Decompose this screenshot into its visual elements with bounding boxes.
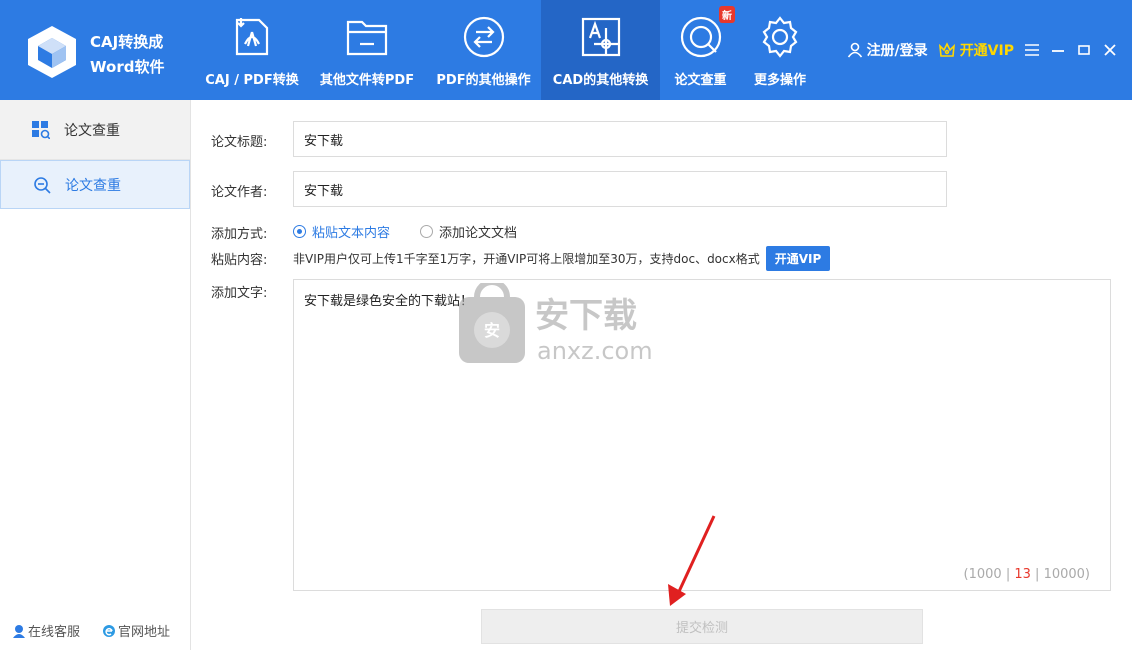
radio-paste-label: 粘贴文本内容: [312, 226, 391, 241]
top-bar: CAJ转换成 Word软件 CAJ / PDF转换 其他文件转PDF PDF的其…: [0, 0, 1132, 100]
method-label: 添加方式:: [211, 227, 268, 242]
online-service-link[interactable]: 在线客服: [12, 621, 80, 640]
top-right-controls: 注册/登录 开通VIP: [847, 40, 1118, 60]
title-input[interactable]: 安下载: [293, 121, 947, 157]
nav-cad-other[interactable]: CAD的其他转换: [541, 0, 660, 100]
method-radio-group: 粘贴文本内容 添加论文文档: [293, 222, 517, 241]
main-nav: CAJ / PDF转换 其他文件转PDF PDF的其他操作 CAD的其他转换 新: [196, 0, 819, 100]
nav-label: 更多操作: [753, 73, 806, 88]
sidebar-header-label: 论文查重: [64, 122, 120, 139]
nav-label: PDF的其他操作: [436, 73, 531, 88]
text-label: 添加文字:: [211, 286, 268, 301]
close-icon: [1104, 44, 1116, 56]
sidebar-item-plagiarism-check[interactable]: 论文查重: [0, 160, 190, 209]
text-area-content: 安下载是绿色安全的下载站！: [304, 294, 474, 309]
minimize-button[interactable]: [1050, 42, 1066, 58]
folder-icon: [346, 20, 388, 56]
minimize-icon: [1052, 50, 1064, 52]
search-icon: [34, 176, 51, 194]
plagiarism-check-icon: [680, 16, 721, 58]
brand-line-1: CAJ转换成: [90, 33, 164, 51]
open-vip-button[interactable]: 开通VIP: [766, 246, 830, 271]
pdf-convert-icon: [235, 18, 269, 56]
vip-notice: 非VIP用户仅可上传1千字至1万字，开通VIP可将上限增加至30万，支持doc、…: [293, 252, 760, 266]
paste-label: 粘贴内容:: [211, 253, 268, 268]
nav-plagiarism-check[interactable]: 新 论文查重: [660, 0, 741, 100]
menu-button[interactable]: [1024, 42, 1040, 58]
hamburger-icon: [1025, 44, 1039, 56]
close-button[interactable]: [1102, 42, 1118, 58]
new-badge: 新: [719, 6, 735, 23]
app-logo-icon: [28, 26, 76, 78]
online-service-label: 在线客服: [28, 625, 81, 640]
login-label: 注册/登录: [866, 43, 928, 59]
watermark-domain: anxz.com: [537, 337, 653, 365]
nav-label: CAD的其他转换: [552, 73, 649, 88]
gear-icon: [762, 16, 798, 58]
watermark-brand: 安下载: [535, 296, 637, 336]
brand-line-2: Word软件: [90, 58, 165, 76]
submit-check-button[interactable]: 提交检测: [481, 609, 923, 644]
radio-document-label: 添加论文文档: [439, 226, 518, 241]
nav-label: CAJ / PDF转换: [205, 73, 299, 88]
app-brand: CAJ转换成 Word软件: [90, 30, 164, 80]
sidebar-header[interactable]: 论文查重: [0, 100, 190, 160]
grid-search-icon: [32, 120, 50, 139]
radio-add-document[interactable]: 添加论文文档: [420, 222, 517, 241]
title-label: 论文标题:: [211, 135, 268, 150]
nav-label: 其他文件转PDF: [319, 73, 415, 88]
radio-dot: [293, 225, 306, 238]
author-label: 论文作者:: [211, 185, 268, 200]
counter-min: 1000: [968, 567, 1002, 582]
nav-more[interactable]: 更多操作: [741, 0, 819, 100]
counter-max: 10000: [1043, 567, 1085, 582]
browser-e-icon: [103, 624, 116, 637]
nav-other-to-pdf[interactable]: 其他文件转PDF: [308, 0, 426, 100]
login-link[interactable]: 注册/登录: [847, 40, 928, 60]
maximize-button[interactable]: [1076, 42, 1092, 58]
service-icon: [13, 624, 25, 638]
char-counter: (1000 | 13 | 10000): [963, 567, 1090, 582]
sidebar-item-label: 论文查重: [65, 177, 121, 194]
sidebar: 论文查重 论文查重 在线客服 官网地址: [0, 100, 191, 650]
watermark-logo: 安 安下载 anxz.com: [459, 283, 653, 365]
radio-paste-text[interactable]: 粘贴文本内容: [293, 222, 390, 241]
nav-caj-pdf[interactable]: CAJ / PDF转换: [196, 0, 308, 100]
author-input[interactable]: 安下载: [293, 171, 947, 207]
svg-text:安: 安: [484, 321, 500, 340]
cad-icon: [581, 17, 620, 57]
nav-pdf-other[interactable]: PDF的其他操作: [426, 0, 541, 100]
red-arrow-annotation: [668, 515, 716, 606]
nav-label: 论文查重: [674, 73, 727, 88]
radio-dot: [420, 225, 434, 238]
sidebar-footer: 在线客服 官网地址: [12, 621, 170, 640]
official-site-label: 官网地址: [118, 625, 171, 640]
official-site-link[interactable]: 官网地址: [102, 621, 170, 640]
crown-icon: [938, 42, 955, 57]
counter-current: 13: [1014, 567, 1031, 582]
maximize-icon: [1078, 45, 1090, 55]
user-icon: [847, 42, 862, 58]
swap-arrows-icon: [463, 16, 504, 58]
vip-label: 开通VIP: [959, 43, 1014, 59]
open-vip-link[interactable]: 开通VIP: [938, 40, 1014, 60]
